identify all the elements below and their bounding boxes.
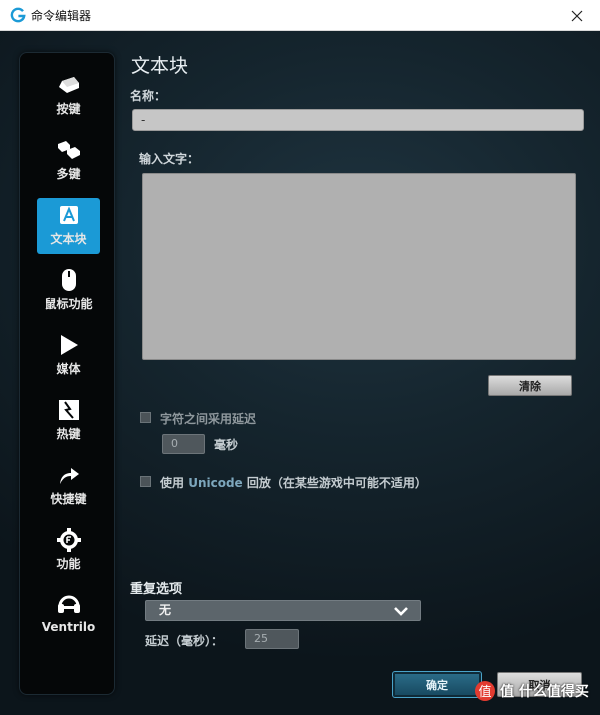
mouse-icon	[56, 268, 82, 292]
text-input-area[interactable]	[142, 173, 576, 360]
char-delay-input[interactable]: 0	[162, 434, 205, 454]
hotkey-icon	[56, 398, 82, 422]
watermark: 值 值 什么值得买	[474, 680, 589, 702]
command-type-sidebar: 按键 多键 文本块 鼠标功能 媒体 热键 快捷键 功能 Ventrilo	[19, 52, 115, 695]
window-title: 命令编辑器	[31, 9, 92, 23]
sidebar-item-label: 多键	[56, 167, 81, 181]
page-title: 文本块	[131, 55, 189, 77]
sidebar-item-text-block[interactable]: 文本块	[37, 198, 100, 254]
svg-text:值: 值	[478, 684, 491, 700]
headset-icon	[56, 593, 82, 617]
close-icon	[571, 10, 583, 21]
sidebar-item-shortcut[interactable]: 快捷键	[37, 458, 100, 514]
close-button[interactable]	[554, 0, 600, 31]
sidebar-item-label: 文本块	[50, 232, 87, 246]
sidebar-item-label: 热键	[56, 427, 81, 441]
play-icon	[56, 333, 82, 357]
repeat-options-heading: 重复选项	[130, 582, 183, 597]
smzdm-logo-icon: 值	[475, 681, 495, 701]
sidebar-item-label: Ventrilo	[41, 620, 96, 634]
sidebar-item-media[interactable]: 媒体	[37, 328, 100, 384]
shortcut-arrow-icon	[56, 463, 82, 487]
name-input[interactable]: -	[132, 109, 584, 131]
ok-button[interactable]: 确定	[392, 671, 482, 698]
sidebar-item-function[interactable]: 功能	[37, 523, 100, 579]
watermark-text: 值 什么值得买	[500, 684, 589, 700]
function-gear-icon	[56, 528, 82, 552]
sidebar-item-ventrilo[interactable]: Ventrilo	[37, 588, 100, 644]
sidebar-item-label: 功能	[56, 557, 81, 571]
unicode-label-word: Unicode	[188, 476, 243, 490]
unicode-label-prefix: 使用	[160, 476, 185, 490]
sidebar-item-label: 按键	[56, 102, 81, 116]
delay-unit-label: 毫秒	[214, 438, 239, 452]
sidebar-item-mouse-function[interactable]: 鼠标功能	[37, 263, 100, 319]
sidebar-item-keystroke[interactable]: 按键	[37, 68, 100, 124]
delay-between-chars-checkbox[interactable]	[140, 412, 151, 423]
unicode-playback-label: 使用 Unicode 回放（在某些游戏中可能不适用）	[160, 474, 427, 491]
sidebar-item-hotkey[interactable]: 热键	[37, 393, 100, 449]
delay-checkbox-label: 字符之间采用延迟	[160, 412, 257, 426]
text-input-label: 输入文字：	[139, 152, 200, 166]
text-block-icon	[56, 203, 82, 227]
sidebar-item-label: 媒体	[56, 362, 81, 376]
repeat-delay-label: 延迟（毫秒）：	[145, 634, 224, 648]
title-bar: 命令编辑器	[0, 0, 600, 31]
unicode-playback-checkbox[interactable]	[140, 476, 151, 487]
chevron-down-icon	[394, 607, 408, 616]
repeat-delay-input[interactable]: 25	[245, 629, 299, 649]
logitech-g-logo-icon	[10, 7, 26, 23]
repeat-select-value: 无	[159, 603, 172, 617]
sidebar-item-multikey[interactable]: 多键	[37, 133, 100, 189]
unicode-label-suffix: 回放（在某些游戏中可能不适用）	[246, 476, 427, 490]
name-label: 名称：	[130, 89, 167, 103]
key-icon	[56, 73, 82, 97]
repeat-options-select[interactable]: 无	[145, 600, 421, 621]
sidebar-item-label: 鼠标功能	[44, 297, 93, 311]
sidebar-item-label: 快捷键	[50, 492, 87, 506]
clear-button[interactable]: 清除	[488, 375, 572, 396]
multikey-icon	[56, 138, 82, 162]
command-editor-window: 按键 多键 文本块 鼠标功能 媒体 热键 快捷键 功能 Ventrilo 文本块…	[0, 31, 600, 715]
